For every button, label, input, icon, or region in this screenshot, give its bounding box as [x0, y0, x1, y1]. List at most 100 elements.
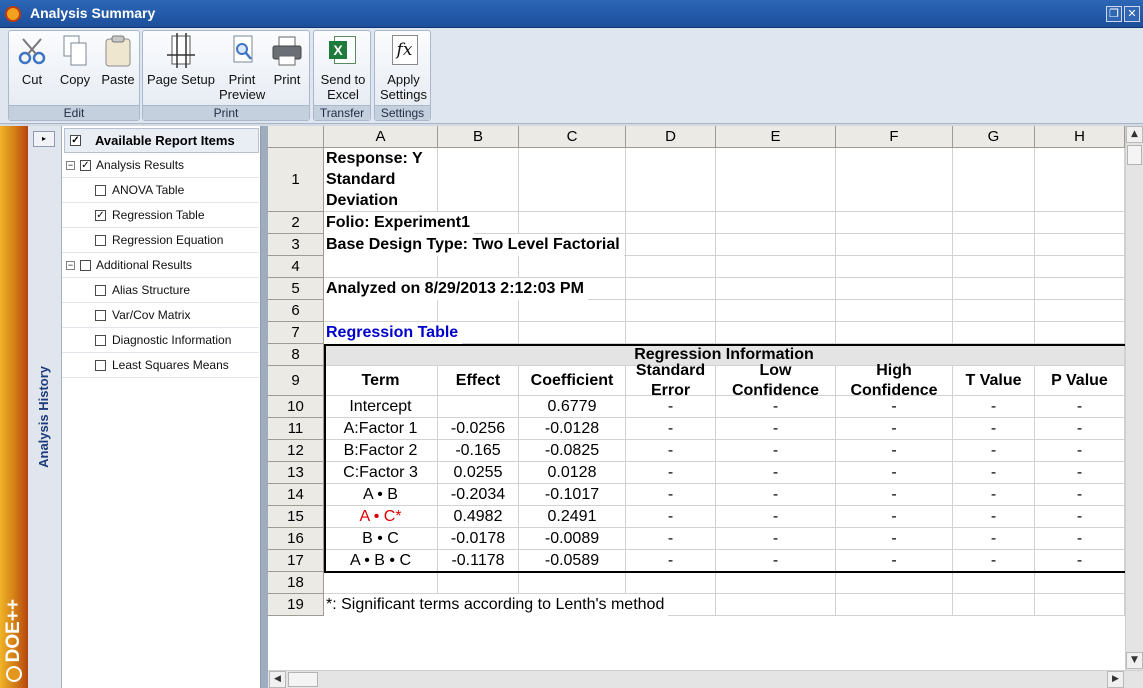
table-row-cell[interactable]: -: [716, 484, 836, 506]
row-header[interactable]: 4: [268, 256, 324, 278]
row-header[interactable]: 14: [268, 484, 324, 506]
analyzed-on-cell[interactable]: Analyzed on 8/29/2013 2:12:03 PM: [324, 278, 588, 300]
apply-settings-button[interactable]: fx Apply Settings: [378, 33, 429, 102]
expand-panel-button[interactable]: ▸: [33, 131, 55, 147]
grid-cell[interactable]: [324, 572, 438, 594]
table-row-cell[interactable]: -0.0178: [438, 528, 519, 550]
table-row-cell[interactable]: -: [1035, 550, 1125, 572]
copy-button[interactable]: Copy: [56, 33, 94, 87]
checkbox[interactable]: [95, 285, 106, 296]
grid-cell[interactable]: [836, 212, 953, 234]
grid-cell[interactable]: [836, 594, 953, 616]
tree-item-var-cov-matrix[interactable]: Var/Cov Matrix: [62, 303, 259, 328]
table-row-cell[interactable]: -: [716, 528, 836, 550]
grid-cell[interactable]: [836, 300, 953, 322]
page-setup-button[interactable]: Page Setup: [145, 33, 217, 87]
grid-cell[interactable]: [953, 322, 1035, 344]
table-row-cell[interactable]: -: [1035, 462, 1125, 484]
table-row-cell[interactable]: 0.4982: [438, 506, 519, 528]
table-row-cell[interactable]: -: [1035, 484, 1125, 506]
grid-cell[interactable]: [836, 148, 953, 212]
column-header[interactable]: F: [836, 126, 953, 148]
table-row-cell[interactable]: 0.2491: [519, 506, 626, 528]
grid-cell[interactable]: [1035, 148, 1125, 212]
grid-cell[interactable]: [953, 572, 1035, 594]
grid-cell[interactable]: [716, 278, 836, 300]
table-row-cell[interactable]: -0.0256: [438, 418, 519, 440]
table-row-cell[interactable]: C:Factor 3: [324, 462, 438, 484]
table-row-cell[interactable]: -: [953, 528, 1035, 550]
table-row-cell[interactable]: -: [626, 484, 716, 506]
tree-item-alias-structure[interactable]: Alias Structure: [62, 278, 259, 303]
grid-cell[interactable]: [716, 256, 836, 278]
table-row-cell[interactable]: -: [626, 528, 716, 550]
grid-cell[interactable]: [716, 300, 836, 322]
grid-cell[interactable]: [716, 572, 836, 594]
grid-cell[interactable]: [953, 594, 1035, 616]
table-row-cell[interactable]: -: [836, 484, 953, 506]
grid-cell[interactable]: [324, 256, 438, 278]
tree-item-analysis-results[interactable]: − ✓ Analysis Results: [62, 153, 259, 178]
collapse-icon[interactable]: −: [66, 261, 75, 270]
table-row-cell[interactable]: -: [626, 550, 716, 572]
grid-cell[interactable]: [438, 300, 519, 322]
analysis-history-panel[interactable]: ▸ Analysis History: [28, 126, 62, 688]
table-row-cell[interactable]: -: [716, 396, 836, 418]
table-row-cell[interactable]: B • C: [324, 528, 438, 550]
footnote-cell[interactable]: *: Significant terms according to Lenth'…: [324, 594, 669, 616]
column-header[interactable]: D: [626, 126, 716, 148]
grid-cell[interactable]: [836, 572, 953, 594]
checkbox[interactable]: [80, 260, 91, 271]
column-title-cell[interactable]: Standard Error: [626, 362, 716, 399]
checkbox[interactable]: ✓: [80, 160, 91, 171]
grid-cell[interactable]: [953, 300, 1035, 322]
table-row-cell[interactable]: -: [626, 506, 716, 528]
table-row-cell[interactable]: -: [626, 440, 716, 462]
table-row-cell[interactable]: -0.1017: [519, 484, 626, 506]
grid-cell[interactable]: [836, 234, 953, 256]
analysis-history-label[interactable]: Analysis History: [36, 366, 51, 468]
grid-cell[interactable]: [519, 300, 626, 322]
table-row-cell[interactable]: A:Factor 1: [324, 418, 438, 440]
grid-cell[interactable]: [626, 300, 716, 322]
table-row-cell[interactable]: -: [836, 528, 953, 550]
column-title-cell[interactable]: P Value: [1035, 366, 1125, 396]
grid-cell[interactable]: [1035, 322, 1125, 344]
grid-cell[interactable]: [716, 594, 836, 616]
table-row-cell[interactable]: -: [716, 440, 836, 462]
table-row-cell[interactable]: -: [1035, 506, 1125, 528]
design-type-cell[interactable]: Base Design Type: Two Level Factorial: [324, 234, 624, 256]
row-header[interactable]: 16: [268, 528, 324, 550]
table-row-cell[interactable]: -: [1035, 528, 1125, 550]
response-title-cell[interactable]: Response: Y Standard Deviation: [324, 148, 438, 212]
row-header[interactable]: 17: [268, 550, 324, 572]
grid-cell[interactable]: [519, 148, 626, 212]
spreadsheet[interactable]: A B C D E F G H 1 2 3 4 5 6 7 8 9 10 11 12 13 14 15 16 17 18 19 Res…: [268, 126, 1143, 688]
checkbox[interactable]: [95, 335, 106, 346]
collapse-icon[interactable]: −: [66, 161, 75, 170]
table-row-cell[interactable]: A • B • C: [324, 550, 438, 572]
print-preview-button[interactable]: Print Preview: [219, 33, 265, 102]
tree-header[interactable]: ✓ Available Report Items: [64, 128, 259, 153]
grid-cell[interactable]: [953, 234, 1035, 256]
row-header[interactable]: 15: [268, 506, 324, 528]
table-row-cell[interactable]: -: [953, 506, 1035, 528]
horizontal-scroll-thumb[interactable]: [288, 672, 318, 687]
table-row-cell[interactable]: -: [953, 484, 1035, 506]
checkbox[interactable]: [95, 360, 106, 371]
table-row-cell[interactable]: -: [626, 396, 716, 418]
grid-cell[interactable]: [1035, 300, 1125, 322]
grid-cell[interactable]: [836, 278, 953, 300]
column-header[interactable]: E: [716, 126, 836, 148]
grid-cell[interactable]: [836, 322, 953, 344]
grid-cell[interactable]: [519, 212, 626, 234]
grid-cell[interactable]: [438, 148, 519, 212]
scroll-up-button[interactable]: ▲: [1126, 126, 1143, 143]
scroll-down-button[interactable]: ▼: [1126, 652, 1143, 669]
table-row-cell[interactable]: -: [1035, 396, 1125, 418]
cut-button[interactable]: Cut: [13, 33, 51, 87]
paste-button[interactable]: Paste: [99, 33, 137, 87]
grid-cell[interactable]: [626, 148, 716, 212]
column-header[interactable]: C: [519, 126, 626, 148]
column-title-cell[interactable]: Term: [324, 366, 438, 396]
